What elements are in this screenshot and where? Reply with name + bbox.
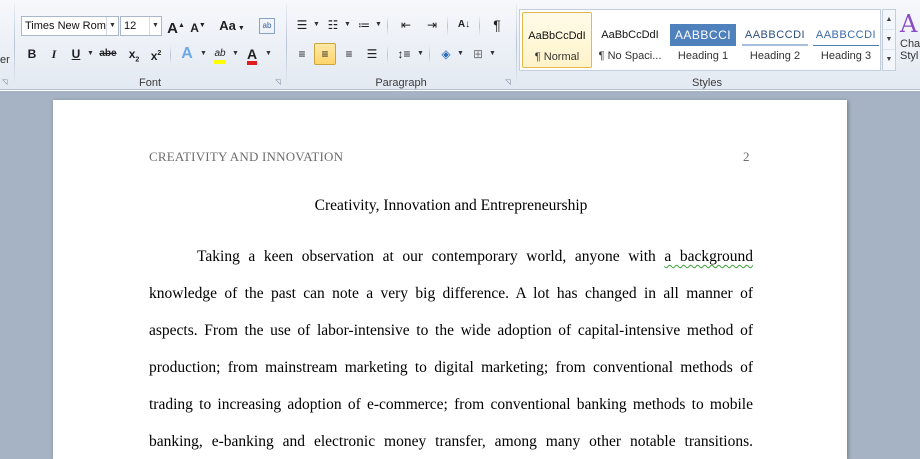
clipboard-launcher-icon[interactable]: ◹ <box>2 78 7 86</box>
align-left-icon: ≡ <box>298 47 306 61</box>
grow-font-button[interactable]: A▲ <box>165 15 187 37</box>
borders-icon: ⊞ <box>472 47 484 61</box>
line-spacing-button[interactable]: ↕≡ <box>393 43 415 65</box>
underline-button[interactable]: U <box>65 43 87 65</box>
increase-indent-icon: ⇥ <box>426 18 438 32</box>
group-separator <box>429 46 430 64</box>
increase-indent-button[interactable]: ⇥ <box>421 14 443 36</box>
chevron-down-icon[interactable]: ▼ <box>457 43 464 65</box>
change-styles-icon: A <box>900 10 918 38</box>
align-center-button[interactable]: ≡ <box>314 43 336 65</box>
font-color-button[interactable]: A <box>241 43 263 65</box>
change-styles-label: Styl <box>900 50 919 62</box>
running-header: CREATIVITY AND INNOVATION <box>149 149 344 164</box>
align-left-button[interactable]: ≡ <box>291 43 313 65</box>
change-case-button[interactable]: Aa ▼ <box>217 15 247 37</box>
line-spacing-icon: ↕≡ <box>397 47 411 61</box>
font-group: Times New Rom ▼ 12 ▼ A▲ A▼ Aa ▼ ab B I U… <box>15 0 285 90</box>
text-line: production; from mainstream marketing to… <box>149 359 753 376</box>
font-group-label: Font <box>138 77 161 89</box>
decrease-indent-icon: ⇤ <box>400 18 412 32</box>
paragraph-group-label: Paragraph <box>375 77 427 89</box>
chevron-down-icon[interactable]: ▼ <box>265 43 272 65</box>
ribbon: er ◹ Times New Rom ▼ 12 ▼ A▲ A▼ Aa ▼ ab … <box>0 0 920 90</box>
subscript-button[interactable]: x2 <box>123 43 145 65</box>
align-right-icon: ≡ <box>345 47 353 61</box>
group-separator <box>170 46 171 64</box>
chevron-down-icon[interactable]: ▼ <box>344 14 351 36</box>
chevron-down-icon[interactable]: ▼ <box>232 43 239 65</box>
chevron-down-icon[interactable]: ▼ <box>149 17 161 35</box>
font-name-combo[interactable]: Times New Rom ▼ <box>21 16 119 36</box>
chevron-down-icon[interactable]: ▼ <box>375 14 382 36</box>
text-effects-button[interactable]: A <box>176 43 198 65</box>
show-formatting-button[interactable]: ¶ <box>486 14 508 36</box>
chevron-down-icon[interactable]: ▼ <box>313 14 320 36</box>
group-separator <box>479 17 480 35</box>
chevron-down-icon[interactable]: ▼ <box>489 43 496 65</box>
page-number: 2 <box>743 149 750 164</box>
shrink-font-button[interactable]: A▼ <box>187 15 209 37</box>
text-line: knowledge of the past can note a very bi… <box>149 285 753 302</box>
styles-group-label: Styles <box>692 77 722 89</box>
grammar-flag[interactable]: a background <box>664 248 753 265</box>
shading-button[interactable]: ◈ <box>435 43 457 65</box>
paragraph-group: ☰ ▼ ☷ ▼ ≔ ▼ ⇤ ⇥ A↓ ¶ ≡ ≡ ≡ ☰ ↕≡ ▼ ◈ ▼ ⊞ … <box>287 0 515 90</box>
justify-icon: ☰ <box>366 47 378 61</box>
paragraph-dialog-launcher-icon[interactable]: ◹ <box>504 79 512 87</box>
multilevel-list-button[interactable]: ≔ <box>353 14 375 36</box>
text-line: trading to increasing adoption of e-comm… <box>149 396 753 413</box>
superscript-button[interactable]: x2 <box>145 43 167 65</box>
styles-group: Styles <box>517 0 897 90</box>
chevron-down-icon[interactable]: ▼ <box>417 43 424 65</box>
bullets-icon: ☰ <box>296 18 308 32</box>
numbering-icon: ☷ <box>327 18 339 32</box>
change-styles-button[interactable]: A Cha Styl <box>900 10 920 62</box>
decrease-indent-button[interactable]: ⇤ <box>395 14 417 36</box>
borders-button[interactable]: ⊞ <box>467 43 489 65</box>
document-page[interactable]: CREATIVITY AND INNOVATION 2 Creativity, … <box>53 100 847 459</box>
group-separator <box>387 17 388 35</box>
text-line: banking, e-banking and electronic money … <box>149 433 753 450</box>
chevron-down-icon[interactable]: ▼ <box>87 43 94 65</box>
body-paragraph[interactable]: Taking a keen observation at our contemp… <box>149 238 753 459</box>
text-line: aspects. From the use of labor-intensive… <box>149 322 753 339</box>
document-title: Creativity, Innovation and Entrepreneurs… <box>314 197 588 214</box>
justify-button[interactable]: ☰ <box>361 43 383 65</box>
font-name-value: Times New Rom <box>25 20 106 32</box>
multilevel-list-icon: ≔ <box>358 18 370 32</box>
sort-button[interactable]: A↓ <box>453 14 475 36</box>
chevron-down-icon[interactable]: ▼ <box>106 17 118 35</box>
group-separator <box>447 17 448 35</box>
clipboard-group-stub: er <box>0 54 10 66</box>
bullets-button[interactable]: ☰ <box>291 14 313 36</box>
highlight-button[interactable]: ab <box>209 43 231 65</box>
font-dialog-launcher-icon[interactable]: ◹ <box>274 79 282 87</box>
font-size-combo[interactable]: 12 ▼ <box>120 16 162 36</box>
align-center-icon: ≡ <box>321 47 329 61</box>
italic-button[interactable]: I <box>43 43 65 65</box>
bold-button[interactable]: B <box>21 43 43 65</box>
chevron-down-icon[interactable]: ▼ <box>200 43 207 65</box>
clear-formatting-button[interactable]: ab <box>259 18 275 34</box>
font-size-value: 12 <box>124 20 137 32</box>
group-separator <box>387 46 388 64</box>
change-styles-label: Cha <box>900 38 920 50</box>
text-line: Taking a keen observation at our contemp… <box>197 248 753 265</box>
numbering-button[interactable]: ☷ <box>322 14 344 36</box>
paint-bucket-icon: ◈ <box>441 47 451 61</box>
align-right-button[interactable]: ≡ <box>338 43 360 65</box>
strikethrough-button[interactable]: abe <box>95 43 121 65</box>
